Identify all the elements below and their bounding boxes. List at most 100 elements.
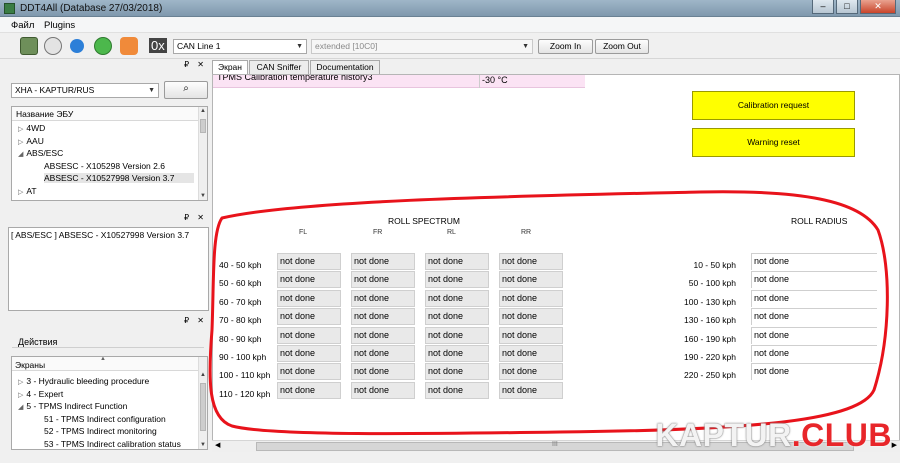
scroll-thumb[interactable]	[200, 383, 206, 431]
current-ecu-dock-header: ₽ ✕	[7, 213, 209, 225]
tab-can-sniffer[interactable]: CAN Sniffer	[249, 60, 309, 74]
watermark-right: .CLUB	[791, 417, 892, 453]
spectrum-cell: not done	[277, 271, 341, 289]
scroll-up-icon[interactable]: ▲	[199, 372, 207, 378]
zoom-out-button[interactable]: Zoom Out	[595, 39, 649, 54]
dock-controls[interactable]: ₽ ✕	[184, 213, 207, 222]
ecu-connect-icon[interactable]	[20, 37, 38, 55]
sort-up-icon: ▲	[100, 356, 106, 362]
collapsed-arrow-icon[interactable]: ▷	[18, 139, 23, 146]
menu-plugins[interactable]: Plugins	[44, 20, 75, 31]
radius-row-label: 100 - 130 kph	[684, 296, 736, 307]
current-ecu-item[interactable]: [ ABS/ESC ] ABSESC - X10527998 Version 3…	[11, 230, 189, 240]
ecu-tree-scrollbar[interactable]: ▲ ▼	[198, 107, 207, 200]
expanded-arrow-icon[interactable]: ◢	[18, 151, 23, 158]
tree-item[interactable]: 53 - TPMS Indirect calibration status	[44, 439, 181, 449]
spectrum-row-label: 80 - 90 kph	[219, 333, 262, 344]
spectrum-cell: not done	[499, 271, 563, 289]
collapsed-arrow-icon[interactable]: ▷	[18, 126, 23, 133]
protocol-select[interactable]: extended [10C0] ▼	[311, 39, 533, 54]
tab-screen[interactable]: Экран	[212, 60, 248, 75]
spectrum-cell: not done	[425, 381, 489, 399]
vehicle-value: XHA - KAPTUR/RUS	[15, 85, 95, 95]
spectrum-cell: not done	[499, 363, 563, 381]
current-ecu-list[interactable]: [ ABS/ESC ] ABSESC - X10527998 Version 3…	[8, 227, 209, 311]
spectrum-row-label: 100 - 110 kph	[219, 370, 271, 381]
calibration-request-button[interactable]: Calibration request	[692, 91, 855, 120]
refresh-icon[interactable]	[70, 39, 84, 53]
collapsed-arrow-icon[interactable]: ▷	[18, 379, 23, 386]
tree-item[interactable]: ◢ 5 - TPMS Indirect Function	[18, 401, 127, 411]
dock-controls[interactable]: ₽ ✕	[184, 60, 207, 69]
radius-cell: not done	[751, 289, 877, 307]
tree-item[interactable]: 52 - TPMS Indirect monitoring	[44, 426, 157, 436]
tree-item-label: 3 - Hydraulic bleeding procedure	[26, 376, 150, 386]
search-ecu-button[interactable]: ⌕	[164, 81, 208, 99]
spectrum-cell: not done	[425, 326, 489, 344]
close-button[interactable]: ✕	[860, 0, 896, 14]
protocol-value: extended [10C0]	[315, 41, 378, 51]
wheel-header: FR	[373, 229, 383, 236]
tree-item[interactable]: ▷ AAU	[18, 136, 44, 146]
spectrum-cell: not done	[499, 253, 563, 270]
scroll-right-icon[interactable]: ▶	[892, 441, 897, 449]
heart-monitor-icon[interactable]	[120, 37, 138, 55]
spectrum-cell: not done	[277, 345, 341, 362]
actions-tab[interactable]: Действия	[18, 337, 57, 347]
actions-dock: ₽ ✕ Действия Экраны ▲ ▷ 3 - Hydraulic ble…	[7, 316, 209, 452]
scroll-thumb[interactable]	[200, 119, 206, 133]
scroll-left-icon[interactable]: ◀	[215, 441, 220, 449]
scroll-down-icon[interactable]: ▼	[199, 193, 207, 199]
expanded-arrow-icon[interactable]: ◢	[18, 404, 23, 411]
radius-cell: not done	[751, 253, 877, 270]
dock-controls[interactable]: ₽ ✕	[184, 316, 207, 325]
radius-cell: not done	[751, 326, 877, 344]
scroll-up-icon[interactable]: ▲	[199, 108, 207, 114]
maximize-button[interactable]: □	[836, 0, 858, 14]
zoom-in-button[interactable]: Zoom In	[538, 39, 593, 54]
tree-item-label: 52 - TPMS Indirect monitoring	[44, 426, 157, 436]
screens-tree[interactable]: Экраны ▲ ▷ 3 - Hydraulic bleeding procedu…	[11, 356, 208, 450]
spectrum-cell: not done	[351, 345, 415, 362]
collapsed-arrow-icon[interactable]: ▷	[18, 189, 23, 196]
tree-item[interactable]: ▷ 4WD	[18, 123, 45, 133]
spectrum-cell: not done	[425, 253, 489, 270]
tree-item-label: ABSESC - X10527998 Version 3.7	[44, 173, 175, 183]
tree-item-label: 5 - TPMS Indirect Function	[26, 401, 128, 411]
tree-item[interactable]: ABSESC - X105298 Version 2.6	[44, 161, 165, 171]
can-line-value: CAN Line 1	[177, 41, 221, 51]
scroll-down-icon[interactable]: ▼	[199, 442, 207, 448]
radius-cell: not done	[751, 363, 877, 381]
spectrum-cell: not done	[351, 308, 415, 326]
minimize-button[interactable]: –	[812, 0, 834, 14]
tree-item-label: 51 - TPMS Indirect configuration	[44, 413, 166, 424]
collapsed-arrow-icon[interactable]: ▷	[18, 392, 23, 399]
menu-file[interactable]: Файл	[11, 20, 34, 31]
radius-row-label: 10 - 50 kph	[693, 260, 736, 270]
tree-item[interactable]: ◢ ABS/ESC	[18, 148, 63, 158]
tree-item[interactable]: 51 - TPMS Indirect configuration	[44, 414, 166, 424]
radius-row-label: 130 - 160 kph	[684, 315, 736, 326]
warning-reset-button[interactable]: Warning reset	[692, 128, 855, 157]
tree-item[interactable]: ▷ AT	[18, 186, 37, 196]
tab-documentation[interactable]: Documentation	[310, 60, 380, 74]
tree-item[interactable]: ▷ 4 - Expert	[18, 389, 63, 399]
spectrum-cell: not done	[499, 381, 563, 399]
can-line-select[interactable]: CAN Line 1 ▼	[173, 39, 307, 54]
chevron-down-icon: ▼	[522, 43, 529, 50]
roll-radius-title: ROLL RADIUS	[791, 216, 848, 226]
spectrum-cell: not done	[499, 289, 563, 307]
spectrum-cell: not done	[499, 326, 563, 344]
actions-tab-row: Действия	[12, 334, 204, 348]
screens-tree-scrollbar[interactable]: ▲ ▼	[198, 357, 207, 449]
spectrum-row-label: 60 - 70 kph	[219, 296, 262, 307]
ecu-scan-icon[interactable]	[44, 37, 62, 55]
tree-item[interactable]: ▷ 3 - Hydraulic bleeding procedure	[18, 376, 149, 386]
radius-row-label: 220 - 250 kph	[684, 370, 736, 381]
green-refresh-icon[interactable]	[94, 37, 112, 55]
vehicle-select[interactable]: XHA - KAPTUR/RUS ▼	[11, 83, 159, 98]
hex-toggle-button[interactable]: 0x	[149, 38, 167, 53]
ecu-tree[interactable]: Название ЭБУ ▷ 4WD ▷ AAU ◢ ABS/ESC ABSESC - X1…	[11, 106, 208, 201]
tree-item[interactable]: ABSESC - X10527998 Version 3.7	[44, 173, 194, 183]
search-icon: ⌕	[183, 83, 189, 94]
